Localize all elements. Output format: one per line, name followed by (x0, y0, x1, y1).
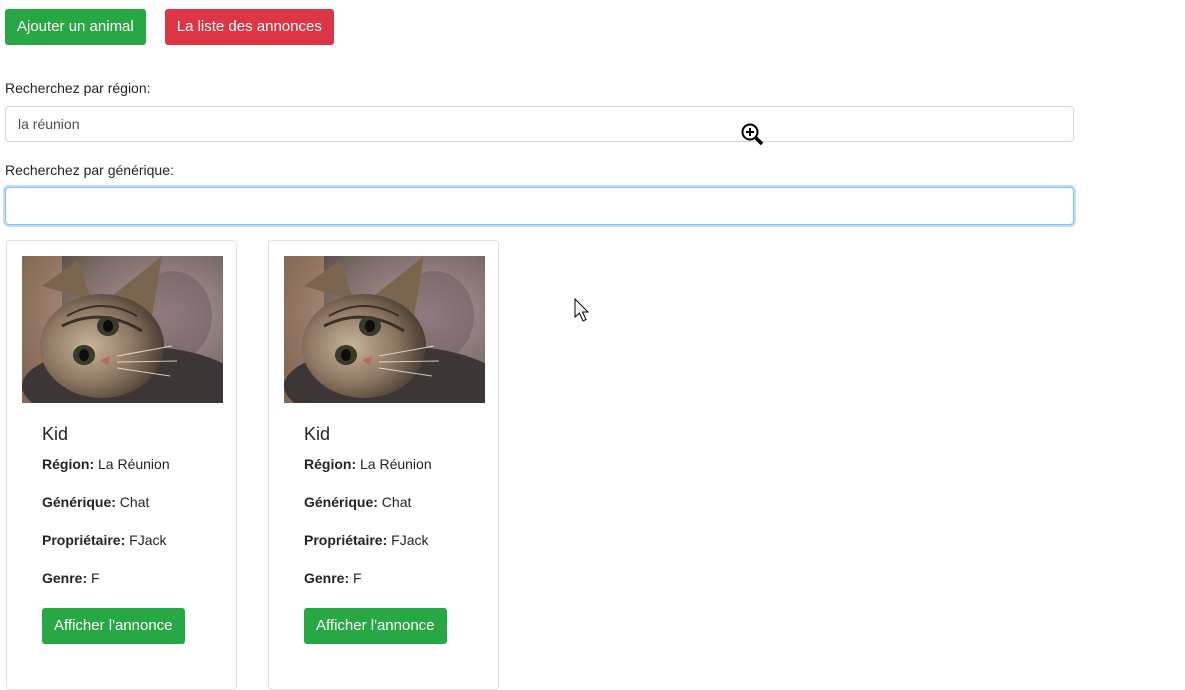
gender-field: Genre: F (42, 569, 232, 587)
region-search-label: Recherchez par région: (5, 80, 151, 96)
region-field-value: La Réunion (360, 456, 432, 472)
gender-field-label: Genre: (42, 570, 88, 586)
animal-card: Kid Région: La Réunion Générique: Chat P… (6, 240, 237, 690)
owner-field-label: Propriétaire: (42, 532, 126, 548)
animal-card: Kid Région: La Réunion Générique: Chat P… (268, 240, 499, 690)
region-field-label: Région: (42, 456, 95, 472)
owner-field-label: Propriétaire: (304, 532, 388, 548)
region-field: Région: La Réunion (304, 455, 494, 473)
gender-field: Genre: F (304, 569, 494, 587)
generic-field-value: Chat (119, 494, 150, 510)
generic-field-value: Chat (381, 494, 412, 510)
owner-field-value: FJack (129, 532, 167, 548)
owner-field: Propriétaire: FJack (42, 531, 232, 549)
generic-search-input[interactable] (5, 187, 1074, 225)
cat-photo (284, 256, 485, 403)
card-body: Kid Région: La Réunion Générique: Chat P… (304, 424, 494, 607)
gender-field-label: Genre: (304, 570, 350, 586)
generic-field: Générique: Chat (42, 493, 232, 511)
animal-name: Kid (304, 424, 331, 444)
card-body: Kid Région: La Réunion Générique: Chat P… (42, 424, 232, 607)
cat-photo (22, 256, 223, 403)
region-search-input[interactable] (5, 106, 1074, 142)
show-ad-button[interactable]: Afficher l'annonce (42, 608, 185, 644)
owner-field-value: FJack (391, 532, 429, 548)
ads-list-button[interactable]: La liste des annonces (164, 9, 334, 45)
add-animal-button[interactable]: Ajouter un animal (5, 9, 146, 45)
mouse-pointer-icon (574, 297, 592, 324)
region-field: Région: La Réunion (42, 455, 232, 473)
region-field-label: Région: (304, 456, 357, 472)
region-field-value: La Réunion (98, 456, 170, 472)
generic-field-label: Générique: (304, 494, 378, 510)
gender-field-value: F (353, 570, 362, 586)
generic-field-label: Générique: (42, 494, 116, 510)
owner-field: Propriétaire: FJack (304, 531, 494, 549)
animal-name: Kid (42, 424, 69, 444)
show-ad-button[interactable]: Afficher l'annonce (304, 608, 447, 644)
generic-field: Générique: Chat (304, 493, 494, 511)
generic-search-label: Recherchez par générique: (5, 162, 174, 178)
zoom-in-cursor-icon (740, 122, 766, 148)
toolbar: Ajouter un animal La liste des annonces (5, 9, 334, 45)
gender-field-value: F (91, 570, 100, 586)
